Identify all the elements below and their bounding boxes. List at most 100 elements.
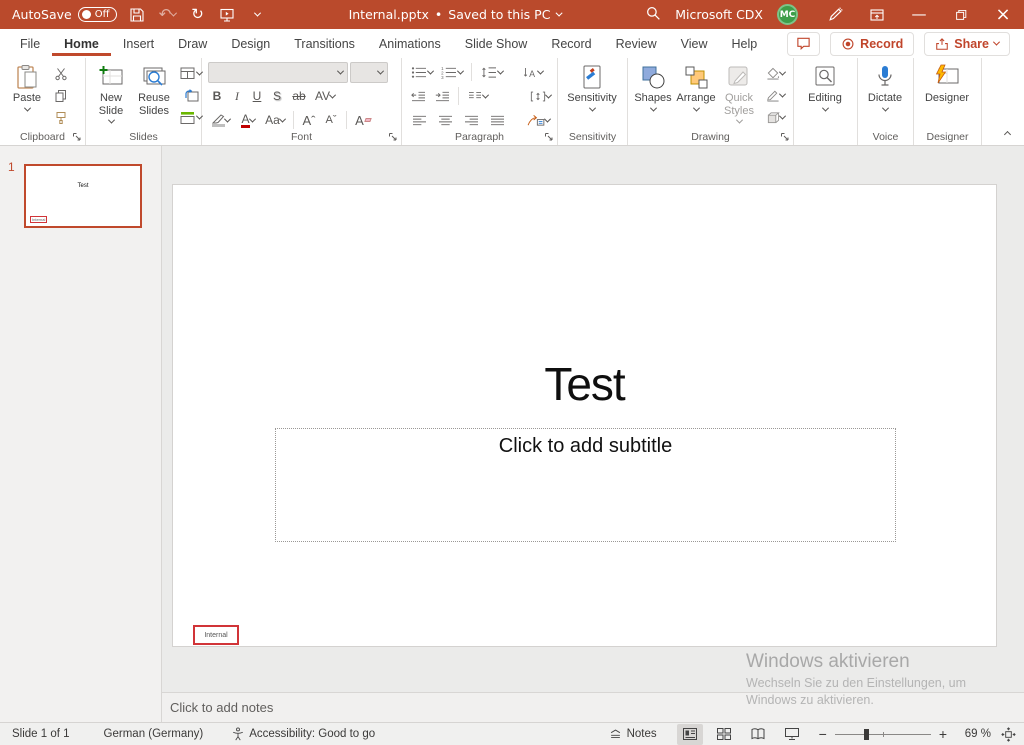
document-title[interactable]: Internal.pptx • Saved to this PC: [349, 7, 562, 22]
tab-file[interactable]: File: [8, 31, 52, 56]
character-spacing-button[interactable]: AV: [312, 86, 338, 107]
dictate-button[interactable]: Dictate: [860, 61, 910, 112]
arrange-button[interactable]: Arrange: [675, 61, 717, 128]
line-spacing-button[interactable]: [477, 62, 507, 83]
minimize-button[interactable]: —: [898, 0, 940, 29]
tab-review[interactable]: Review: [604, 31, 669, 56]
justify-button[interactable]: [485, 110, 509, 131]
collapse-ribbon-chevron-icon[interactable]: [1004, 131, 1011, 138]
text-direction-button[interactable]: A: [517, 62, 547, 83]
zoom-slider[interactable]: [835, 734, 931, 735]
normal-view-button[interactable]: [677, 724, 703, 745]
reuse-slides-button[interactable]: Reuse Slides: [133, 61, 175, 128]
language-indicator[interactable]: German (Germany): [104, 728, 204, 740]
save-button[interactable]: [127, 5, 147, 25]
tab-animations[interactable]: Animations: [367, 31, 453, 56]
account-name[interactable]: Microsoft CDX: [675, 7, 763, 22]
share-button[interactable]: Share: [924, 32, 1010, 56]
font-size-combobox[interactable]: [350, 62, 388, 83]
search-button[interactable]: [645, 5, 662, 22]
highlight-color-button[interactable]: [208, 110, 234, 131]
fit-slide-to-window-button[interactable]: [1001, 727, 1016, 742]
drawing-dialog-launcher[interactable]: [780, 132, 790, 142]
sensitivity-button[interactable]: Sensitivity: [560, 61, 624, 112]
ribbon-display-button[interactable]: [856, 0, 898, 29]
convert-to-smartart-button[interactable]: [521, 110, 555, 131]
tab-view[interactable]: View: [669, 31, 720, 56]
close-button[interactable]: ×: [982, 0, 1024, 29]
start-presentation-button[interactable]: [217, 5, 237, 25]
align-right-button[interactable]: [460, 110, 484, 131]
tab-record[interactable]: Record: [539, 31, 603, 56]
zoom-percentage[interactable]: 69 %: [959, 728, 991, 740]
decrease-font-size-button[interactable]: Aˇ: [321, 110, 341, 131]
zoom-in-button[interactable]: +: [939, 726, 947, 742]
quick-styles-button[interactable]: Quick Styles: [718, 61, 760, 128]
font-name-combobox[interactable]: [208, 62, 348, 83]
cut-button[interactable]: [50, 63, 72, 84]
bold-button[interactable]: B: [208, 86, 226, 107]
tab-slide-show[interactable]: Slide Show: [453, 31, 540, 56]
underline-button[interactable]: U: [248, 86, 266, 107]
slide-counter[interactable]: Slide 1 of 1: [12, 728, 70, 740]
tab-transitions[interactable]: Transitions: [282, 31, 367, 56]
tab-help[interactable]: Help: [719, 31, 769, 56]
tab-design[interactable]: Design: [219, 31, 282, 56]
slide-thumbnail[interactable]: Test Internal: [24, 164, 142, 228]
shapes-button[interactable]: Shapes: [632, 61, 674, 128]
tab-insert[interactable]: Insert: [111, 31, 166, 56]
zoom-out-button[interactable]: −: [819, 726, 827, 742]
font-color-button[interactable]: A: [236, 110, 260, 131]
increase-indent-button[interactable]: [431, 86, 452, 107]
slide-editing-region: Test Click to add subtitle Internal: [162, 146, 1024, 692]
paragraph-dialog-launcher[interactable]: [544, 132, 554, 142]
tab-draw[interactable]: Draw: [166, 31, 219, 56]
avatar[interactable]: MC: [777, 4, 798, 25]
numbering-button[interactable]: 123: [438, 62, 466, 83]
align-left-button[interactable]: [408, 110, 432, 131]
strikethrough-button[interactable]: ab: [288, 86, 310, 107]
text-shadow-button[interactable]: S: [268, 86, 286, 107]
align-text-button[interactable]: [526, 86, 555, 107]
redo-button[interactable]: ↻: [187, 5, 207, 25]
shape-fill-button[interactable]: [761, 63, 789, 84]
customize-toolbar-button[interactable]: [247, 5, 267, 25]
bullets-button[interactable]: [408, 62, 436, 83]
ink-button[interactable]: [814, 0, 856, 29]
shape-effects-button[interactable]: [761, 107, 789, 128]
increase-font-size-button[interactable]: Aˆ: [299, 110, 319, 131]
restore-button[interactable]: [940, 0, 982, 29]
editing-button[interactable]: Editing: [796, 61, 854, 112]
notes-toggle-button[interactable]: Notes: [608, 727, 657, 741]
new-slide-button[interactable]: New Slide: [90, 61, 132, 128]
clipboard-dialog-launcher[interactable]: [72, 132, 82, 142]
undo-button[interactable]: ↶: [157, 5, 177, 25]
columns-button[interactable]: [464, 86, 491, 107]
align-center-button[interactable]: [434, 110, 458, 131]
reading-view-button[interactable]: [745, 724, 771, 745]
slideshow-view-button[interactable]: [779, 724, 805, 745]
notes-pane[interactable]: Click to add notes: [162, 692, 1024, 722]
slide-sorter-view-button[interactable]: [711, 724, 737, 745]
record-button[interactable]: Record: [830, 32, 914, 56]
paste-button[interactable]: Paste: [6, 61, 48, 128]
subtitle-placeholder[interactable]: Click to add subtitle: [275, 428, 896, 542]
italic-button[interactable]: I: [228, 86, 246, 107]
designer-button[interactable]: Designer: [916, 61, 978, 105]
clear-formatting-button[interactable]: A: [352, 110, 374, 131]
tab-home[interactable]: Home: [52, 31, 111, 56]
zoom-slider-handle[interactable]: [864, 729, 869, 740]
comments-button[interactable]: [787, 32, 820, 56]
autosave-pill[interactable]: Off: [78, 7, 118, 22]
chevron-down-icon: [778, 69, 785, 76]
format-painter-button[interactable]: [50, 107, 72, 128]
slide-canvas[interactable]: Test Click to add subtitle Internal: [172, 184, 997, 647]
shape-outline-button[interactable]: [761, 85, 789, 106]
accessibility-status[interactable]: Accessibility: Good to go: [231, 727, 375, 741]
font-dialog-launcher[interactable]: [388, 132, 398, 142]
slide-title-text[interactable]: Test: [173, 357, 996, 411]
change-case-button[interactable]: Aa: [262, 110, 288, 131]
autosave-toggle[interactable]: AutoSave Off: [12, 7, 117, 22]
decrease-indent-button[interactable]: [408, 86, 429, 107]
copy-button[interactable]: [50, 85, 72, 106]
